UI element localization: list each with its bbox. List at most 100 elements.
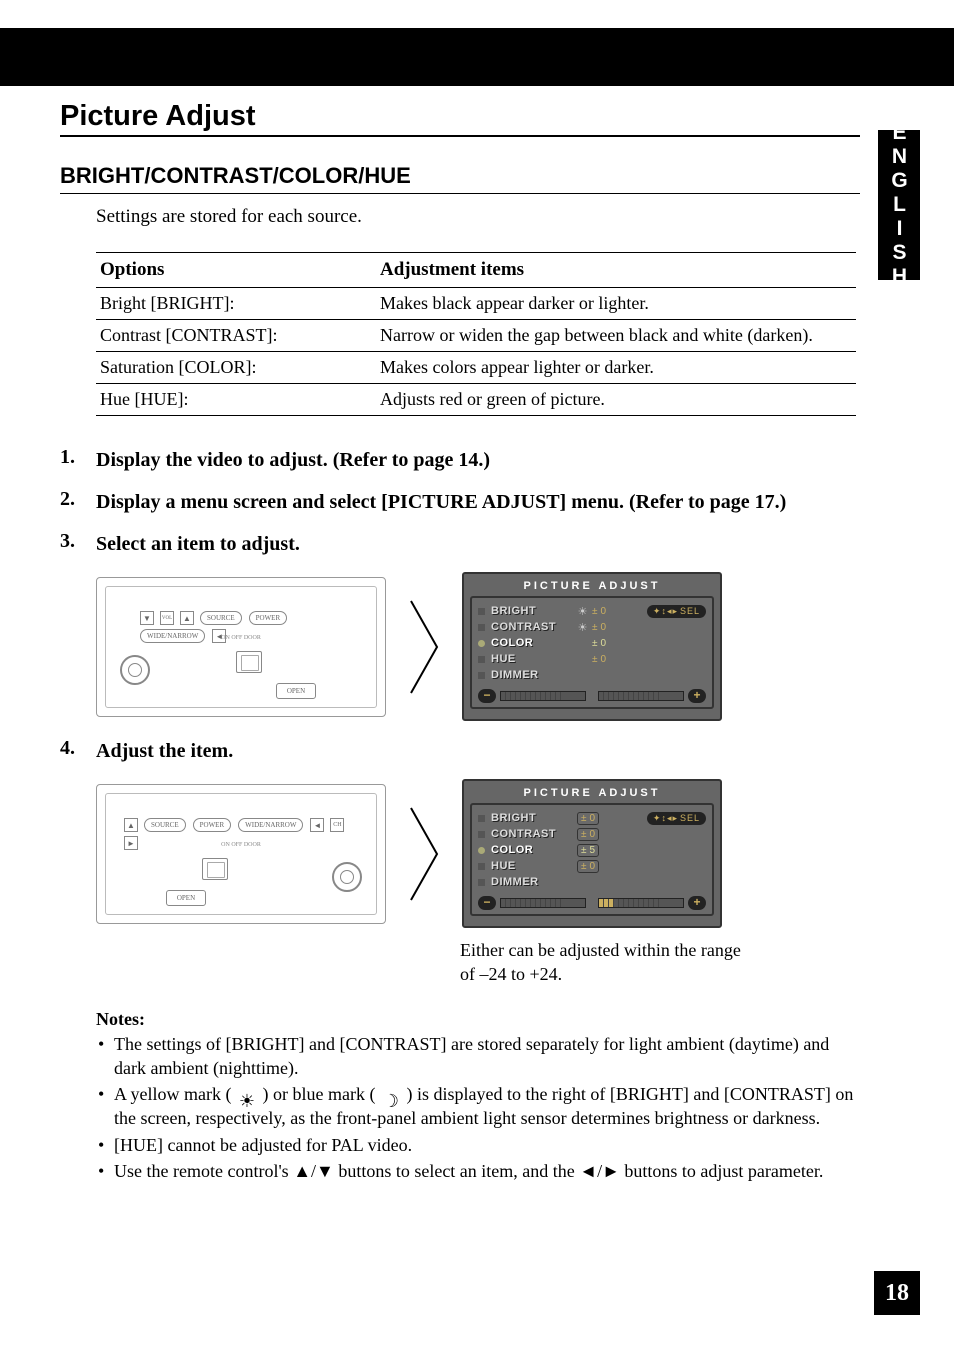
figure-row-select: ▼ VOL ▲ SOURCE POWER WIDE/NARROW ◄ ON OF…: [96, 572, 860, 721]
device-illustration: ▼ VOL ▲ SOURCE POWER WIDE/NARROW ◄ ON OF…: [96, 577, 386, 717]
osd-label: CONTRAST: [491, 828, 573, 840]
osd-label: COLOR: [491, 844, 573, 856]
top-black-band: [0, 28, 954, 86]
osd-row-color: COLOR ±0: [478, 635, 706, 651]
osd-label: CONTRAST: [491, 621, 573, 633]
rotary-dial-icon: [332, 862, 362, 892]
osd-pm: ±: [592, 606, 598, 617]
sun-icon: ☀: [577, 621, 588, 634]
note-item: Use the remote control's ▲/▼ buttons to …: [96, 1159, 860, 1183]
card-slot-icon: [202, 858, 228, 880]
power-button: POWER: [249, 611, 288, 625]
osd-pm: ±: [592, 622, 598, 633]
switch-label: ON OFF DOOR: [106, 635, 376, 641]
step-4: 4. Adjust the item.: [60, 737, 860, 765]
subsection-title: BRIGHT/CONTRAST/COLOR/HUE: [60, 163, 860, 189]
osd-row-dimmer: DIMMER: [478, 874, 706, 890]
osd-row-bright: BRIGHT ±0 ✦↕◂▸SEL: [478, 810, 706, 826]
osd-label: BRIGHT: [491, 605, 573, 617]
down-button-icon: ▼: [140, 611, 154, 625]
step-text: Adjust the item.: [96, 737, 233, 765]
osd-slider: − +: [478, 896, 706, 910]
step-number: 3.: [60, 530, 96, 553]
osd-label: COLOR: [491, 637, 573, 649]
osd-row-contrast: CONTRAST ☀ ±0: [478, 619, 706, 635]
step-text: Select an item to adjust.: [96, 530, 300, 558]
osd-label: HUE: [491, 860, 573, 872]
osd-value: 0: [590, 861, 596, 872]
osd-pm: ±: [581, 845, 587, 856]
plus-icon: +: [688, 896, 706, 910]
figure-row-adjust: ▲ SOURCE POWER WIDE/NARROW ◄ CH ► ON OFF…: [96, 779, 860, 928]
osd-value: 0: [601, 638, 607, 649]
vol-label-icon: VOL: [160, 611, 174, 625]
osd-title: PICTURE ADJUST: [470, 787, 714, 799]
section-title: Picture Adjust: [60, 100, 860, 133]
osd-row-hue: HUE ±0: [478, 651, 706, 667]
selected-dot-icon: [478, 640, 485, 647]
rotary-dial-icon: [120, 655, 150, 685]
osd-bar-left: [500, 691, 586, 701]
switch-label: ON OFF DOOR: [106, 842, 376, 848]
page-content: Picture Adjust BRIGHT/CONTRAST/COLOR/HUE…: [60, 92, 860, 1185]
step-2: 2. Display a menu screen and select [PIC…: [60, 488, 860, 516]
cell-desc: Makes colors appear lighter or darker.: [376, 352, 856, 384]
cell-desc: Narrow or widen the gap between black an…: [376, 320, 856, 352]
osd-value: 0: [601, 606, 607, 617]
osd-label: BRIGHT: [491, 812, 573, 824]
osd-bar-left: [500, 898, 586, 908]
up-button-icon: ▲: [180, 611, 194, 625]
cell-option: Saturation [COLOR]:: [96, 352, 376, 384]
selected-dot-icon: [478, 847, 485, 854]
osd-bar-right: [598, 898, 684, 908]
th-options: Options: [96, 253, 376, 288]
table-row: Hue [HUE]: Adjusts red or green of pictu…: [96, 384, 856, 416]
up-button-icon: ▲: [124, 818, 138, 832]
step-number: 1.: [60, 446, 96, 469]
moon-mark-icon: ☽: [380, 1089, 402, 1103]
osd-value: 0: [590, 829, 596, 840]
open-button: OPEN: [276, 683, 316, 699]
osd-value: 5: [590, 845, 596, 856]
language-tab: ENGLISH: [878, 130, 920, 280]
plus-icon: +: [688, 689, 706, 703]
source-button: SOURCE: [144, 818, 186, 832]
step-1: 1. Display the video to adjust. (Refer t…: [60, 446, 860, 474]
power-button: POWER: [193, 818, 232, 832]
cell-option: Contrast [CONTRAST]:: [96, 320, 376, 352]
step-number: 2.: [60, 488, 96, 511]
sel-badge: ✦↕◂▸SEL: [647, 812, 706, 825]
osd-value: 0: [601, 654, 607, 665]
cell-desc: Adjusts red or green of picture.: [376, 384, 856, 416]
table-row: Saturation [COLOR]: Makes colors appear …: [96, 352, 856, 384]
minus-icon: −: [478, 896, 496, 910]
osd-slider: − +: [478, 689, 706, 703]
osd-label: DIMMER: [491, 876, 573, 888]
osd-row-dimmer: DIMMER: [478, 667, 706, 683]
osd-pm: ±: [581, 813, 587, 824]
source-button: SOURCE: [200, 611, 242, 625]
osd-screen-adjust: PICTURE ADJUST BRIGHT ±0 ✦↕◂▸SEL CONTRAS…: [462, 779, 722, 928]
leads-to-arrow-icon: [404, 799, 444, 909]
open-button: OPEN: [166, 890, 206, 906]
step-number: 4.: [60, 737, 96, 760]
leads-to-arrow-icon: [404, 592, 444, 702]
note-item: [HUE] cannot be adjusted for PAL video.: [96, 1133, 860, 1157]
note-item: A yellow mark ( ☀ ) or blue mark ( ☽ ) i…: [96, 1082, 860, 1131]
osd-label: DIMMER: [491, 669, 573, 681]
osd-value: 0: [601, 622, 607, 633]
wide-narrow-button: WIDE/NARROW: [238, 818, 303, 832]
osd-pm: ±: [581, 829, 587, 840]
range-note: Either can be adjusted within the range …: [460, 938, 860, 987]
sel-badge: ✦↕◂▸SEL: [647, 605, 706, 618]
cell-option: Hue [HUE]:: [96, 384, 376, 416]
cell-desc: Makes black appear darker or lighter.: [376, 288, 856, 320]
osd-pm: ±: [592, 638, 598, 649]
osd-screen-select: PICTURE ADJUST BRIGHT ☀ ±0 ✦↕◂▸SEL CONTR…: [462, 572, 722, 721]
osd-pm: ±: [581, 861, 587, 872]
osd-row-bright: BRIGHT ☀ ±0 ✦↕◂▸SEL: [478, 603, 706, 619]
notes-block: Notes: The settings of [BRIGHT] and [CON…: [96, 1009, 860, 1184]
osd-value: 0: [590, 813, 596, 824]
cell-option: Bright [BRIGHT]:: [96, 288, 376, 320]
sun-icon: ☀: [577, 605, 588, 618]
